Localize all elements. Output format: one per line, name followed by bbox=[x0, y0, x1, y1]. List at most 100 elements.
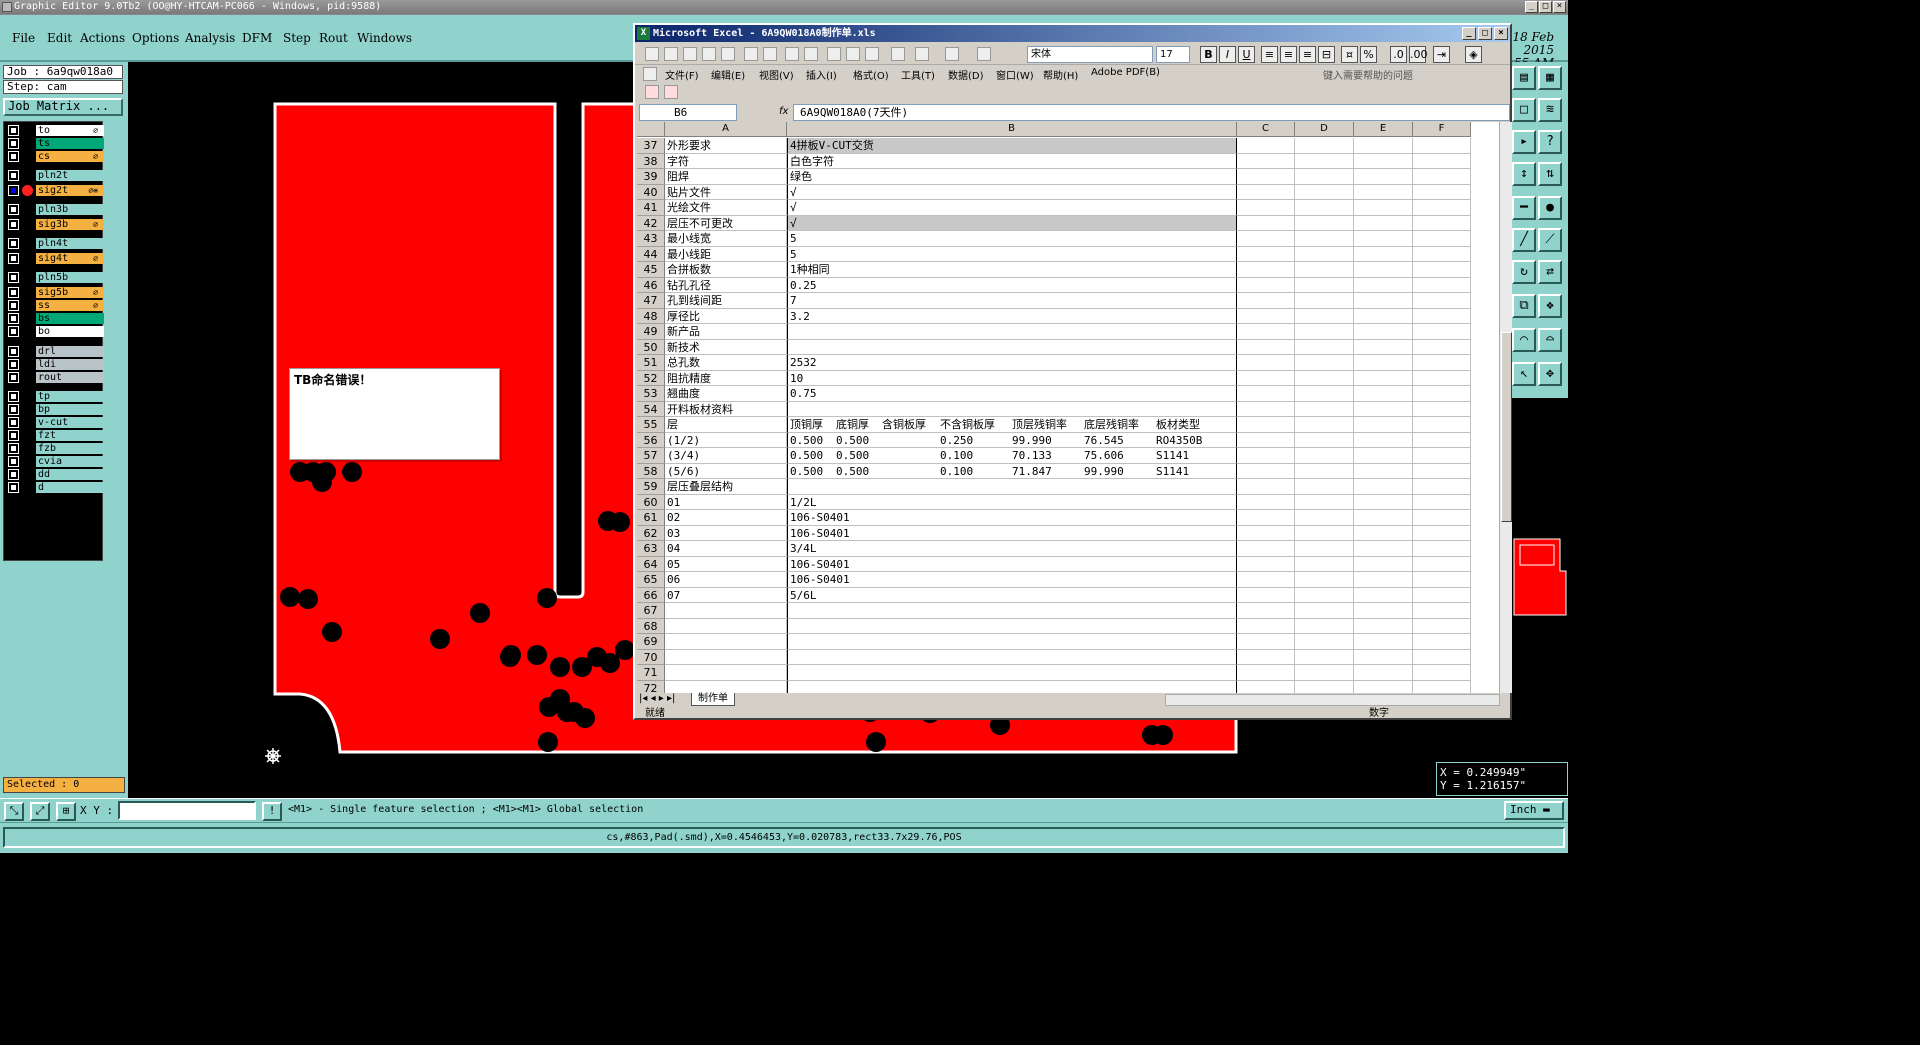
hyperlink-icon[interactable] bbox=[977, 47, 991, 61]
cell-c[interactable] bbox=[1237, 355, 1295, 371]
cell-b[interactable] bbox=[787, 634, 1237, 650]
layer-name[interactable]: ts bbox=[36, 138, 104, 149]
layer-row-v-cut[interactable]: v-cut bbox=[6, 417, 104, 429]
cell-a[interactable]: 钻孔孔径 bbox=[665, 277, 787, 293]
cell-f[interactable] bbox=[1413, 494, 1471, 510]
row-header[interactable]: 64 bbox=[637, 556, 665, 572]
cell-f[interactable] bbox=[1413, 200, 1471, 216]
cell-e[interactable] bbox=[1354, 665, 1413, 681]
column-header-b[interactable]: B bbox=[787, 122, 1237, 137]
cell-c[interactable] bbox=[1237, 463, 1295, 479]
cell-f[interactable] bbox=[1413, 277, 1471, 293]
layer-row-cvia[interactable]: cvia bbox=[6, 456, 104, 468]
row-header[interactable]: 45 bbox=[637, 262, 665, 278]
cell-d[interactable] bbox=[1295, 603, 1354, 619]
row-header[interactable]: 63 bbox=[637, 541, 665, 557]
cell-b[interactable]: √ bbox=[787, 184, 1237, 200]
cell-e[interactable] bbox=[1354, 308, 1413, 324]
vertical-scrollbar[interactable] bbox=[1499, 122, 1512, 693]
cell-d[interactable] bbox=[1295, 494, 1354, 510]
zoom-window-icon[interactable]: ⤡ bbox=[4, 802, 24, 821]
cell-f[interactable] bbox=[1413, 262, 1471, 278]
excel-menu-data[interactable]: 数据(D) bbox=[948, 67, 984, 82]
row-header[interactable]: 41 bbox=[637, 200, 665, 216]
spreadsheet-grid[interactable]: A B C D E F 37 外形要求 4拼板V-CUT交货 38 字符 白色字符 39 阻焊 绿色 40 贴片… bbox=[637, 122, 1499, 693]
layer-checkbox[interactable] bbox=[9, 431, 18, 440]
cell-b[interactable]: 106-S0401 bbox=[787, 572, 1237, 588]
name-box[interactable]: B6 bbox=[639, 104, 737, 121]
cell-b[interactable] bbox=[787, 603, 1237, 619]
maximize-button[interactable]: □ bbox=[1539, 1, 1552, 13]
menu-rout[interactable]: Rout bbox=[319, 31, 348, 45]
cell-f[interactable] bbox=[1413, 541, 1471, 557]
cell-e[interactable] bbox=[1354, 649, 1413, 665]
cell-b[interactable]: 0.500 0.500 0.100 71.847 99.990 S1141 bbox=[787, 463, 1237, 479]
row-header[interactable]: 65 bbox=[637, 572, 665, 588]
cell-e[interactable] bbox=[1354, 587, 1413, 603]
cell-d[interactable] bbox=[1295, 293, 1354, 309]
row-header[interactable]: 48 bbox=[637, 308, 665, 324]
cell-b[interactable]: 7 bbox=[787, 293, 1237, 309]
row-header[interactable]: 44 bbox=[637, 246, 665, 262]
cell-b[interactable]: √ bbox=[787, 215, 1237, 231]
cell-c[interactable] bbox=[1237, 510, 1295, 526]
row-header[interactable]: 54 bbox=[637, 401, 665, 417]
layer-name[interactable]: pln3b bbox=[36, 204, 104, 215]
row-header[interactable]: 72 bbox=[637, 680, 665, 693]
layer-row-pln5b[interactable]: pln5b bbox=[6, 272, 104, 284]
excel-menu-tools[interactable]: 工具(T) bbox=[901, 67, 935, 82]
mirror-tool-icon[interactable]: ⇄ bbox=[1538, 260, 1562, 284]
cell-e[interactable] bbox=[1354, 138, 1413, 154]
cell-c[interactable] bbox=[1237, 665, 1295, 681]
cell-e[interactable] bbox=[1354, 339, 1413, 355]
layer-name[interactable]: pln5b bbox=[36, 272, 104, 283]
cell-c[interactable] bbox=[1237, 184, 1295, 200]
cell-e[interactable] bbox=[1354, 417, 1413, 433]
cell-b[interactable]: √ bbox=[787, 200, 1237, 216]
cell-c[interactable] bbox=[1237, 634, 1295, 650]
row-header[interactable]: 57 bbox=[637, 448, 665, 464]
menu-file[interactable]: File bbox=[12, 31, 35, 45]
cell-d[interactable] bbox=[1295, 277, 1354, 293]
layer-row-pln3b[interactable]: pln3b bbox=[6, 204, 104, 216]
cell-f[interactable] bbox=[1413, 572, 1471, 588]
copy-tool-icon[interactable]: ⧉ bbox=[1512, 294, 1536, 318]
zoom-fit-icon[interactable]: ⤢ bbox=[30, 802, 50, 821]
cell-f[interactable] bbox=[1413, 324, 1471, 340]
cell-b[interactable] bbox=[787, 324, 1237, 340]
excel-menu-help[interactable]: 帮助(H) bbox=[1043, 67, 1078, 82]
layer-checkbox[interactable] bbox=[9, 483, 18, 492]
cell-c[interactable] bbox=[1237, 386, 1295, 402]
cell-f[interactable] bbox=[1413, 184, 1471, 200]
cell-e[interactable] bbox=[1354, 634, 1413, 650]
cell-b[interactable]: 0.75 bbox=[787, 386, 1237, 402]
cell-a[interactable]: (1/2) bbox=[665, 432, 787, 448]
row-header[interactable]: 58 bbox=[637, 463, 665, 479]
cell-f[interactable] bbox=[1413, 401, 1471, 417]
cell-a[interactable]: 04 bbox=[665, 541, 787, 557]
cell-e[interactable] bbox=[1354, 618, 1413, 634]
cell-d[interactable] bbox=[1295, 587, 1354, 603]
cell-b[interactable]: 3/4L bbox=[787, 541, 1237, 557]
cell-e[interactable] bbox=[1354, 603, 1413, 619]
cell-a[interactable]: 阻焊 bbox=[665, 169, 787, 185]
cell-f[interactable] bbox=[1413, 215, 1471, 231]
row-header[interactable]: 53 bbox=[637, 386, 665, 402]
row-header[interactable]: 59 bbox=[637, 479, 665, 495]
cell-f[interactable] bbox=[1413, 479, 1471, 495]
cell-c[interactable] bbox=[1237, 138, 1295, 154]
cell-a[interactable]: 翘曲度 bbox=[665, 386, 787, 402]
cell-d[interactable] bbox=[1295, 386, 1354, 402]
cell-c[interactable] bbox=[1237, 525, 1295, 541]
layer-row-fzt[interactable]: fzt bbox=[6, 430, 104, 442]
select-tool-icon[interactable]: ↖ bbox=[1512, 362, 1536, 386]
layer-checkbox[interactable] bbox=[9, 405, 18, 414]
row-header[interactable]: 49 bbox=[637, 324, 665, 340]
group-tool-icon[interactable]: ❖ bbox=[1538, 294, 1562, 318]
layer-name[interactable]: bs bbox=[36, 313, 104, 324]
xy-input[interactable] bbox=[118, 801, 256, 820]
paste-icon[interactable] bbox=[865, 47, 879, 61]
align-right-icon[interactable]: ≡ bbox=[1299, 46, 1316, 63]
excel-menu-view[interactable]: 视图(V) bbox=[759, 67, 794, 82]
move-tool-icon[interactable]: ✥ bbox=[1538, 362, 1562, 386]
